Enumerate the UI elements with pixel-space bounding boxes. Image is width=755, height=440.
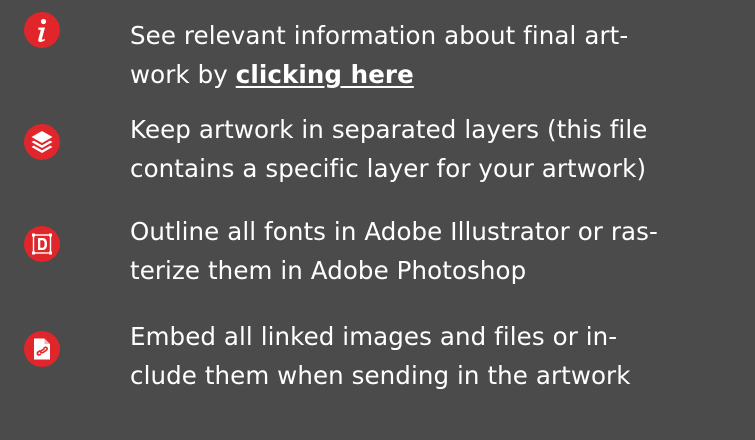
tip-text: Outline all fonts in Adobe Illustrator o… — [130, 212, 740, 290]
tip-line: terize them in Adobe Photoshop — [130, 256, 527, 285]
embed-file-icon — [24, 331, 60, 367]
outline-text-icon — [24, 226, 60, 262]
tip-line: Outline all fonts in Adobe Illustrator o… — [130, 217, 658, 246]
info-icon — [24, 12, 60, 48]
tip-text: Keep artwork in separated layers (this f… — [130, 110, 740, 188]
tip-text: Embed all linked images and files or in-… — [130, 317, 740, 395]
tip-line: Embed all linked images and files or in- — [130, 322, 618, 351]
tip-line: contains a specific layer for your artwo… — [130, 154, 647, 183]
layers-icon — [24, 124, 60, 160]
tip-line-prefix: work by — [130, 60, 236, 89]
clicking-here-link[interactable]: clicking here — [236, 60, 414, 89]
tip-text: See relevant information about final art… — [130, 16, 740, 94]
tip-line: clude them when sending in the artwork — [130, 361, 631, 390]
tip-line: Keep artwork in separated layers (this f… — [130, 115, 648, 144]
tip-line: work by clicking here — [130, 55, 740, 94]
tip-line: See relevant information about final art… — [130, 21, 629, 50]
